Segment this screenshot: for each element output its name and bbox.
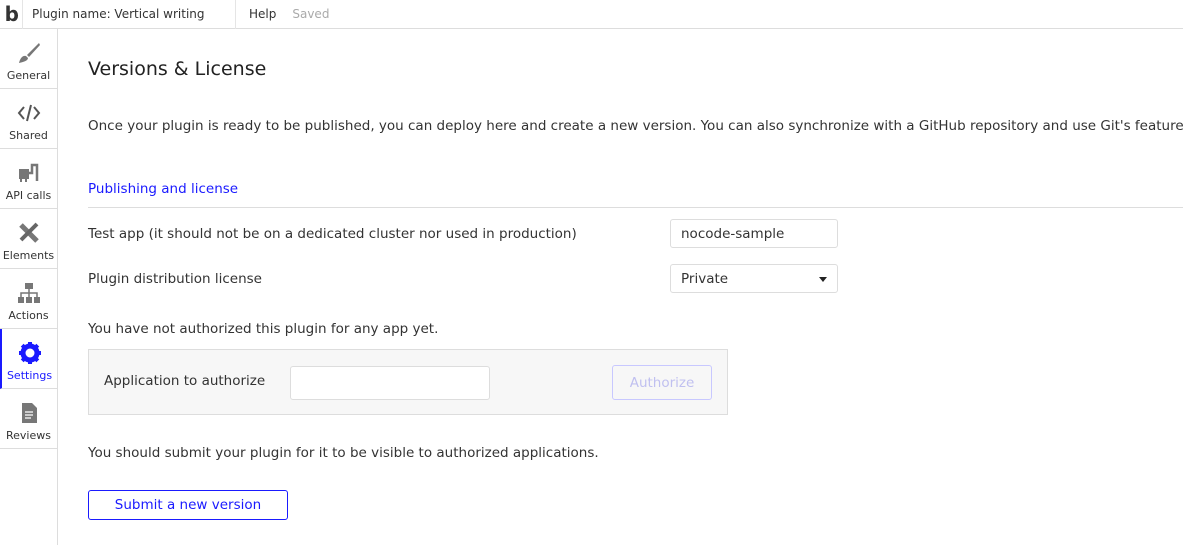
authorize-button[interactable]: Authorize: [612, 365, 712, 400]
sidebar-item-settings[interactable]: Settings: [0, 329, 57, 389]
plugin-name[interactable]: Plugin name: Vertical writing: [23, 0, 236, 29]
sidebar-item-label: Reviews: [6, 429, 51, 442]
document-icon: [21, 403, 37, 423]
caret-down-icon: [819, 277, 827, 282]
sidebar-item-label: API calls: [5, 189, 52, 202]
help-link[interactable]: Help: [249, 7, 276, 21]
test-app-label: Test app (it should not be on a dedicate…: [88, 226, 577, 242]
authorize-label: Application to authorize: [104, 373, 266, 389]
divider: [88, 207, 1183, 208]
save-status: Saved: [292, 7, 330, 21]
tools-icon: [18, 222, 39, 243]
license-dropdown[interactable]: Private: [670, 264, 838, 293]
not-authorized-text: You have not authorized this plugin for …: [88, 321, 439, 337]
sidebar-item-elements[interactable]: Elements: [0, 209, 57, 269]
sidebar-item-label: Settings: [6, 369, 53, 382]
submit-note: You should submit your plugin for it to …: [88, 445, 599, 461]
section-title: Publishing and license: [88, 181, 239, 197]
sidebar-item-label: General: [6, 69, 51, 82]
sidebar-item-api-calls[interactable]: API calls: [0, 149, 57, 209]
application-input[interactable]: [290, 366, 490, 400]
intro-text: Once your plugin is ready to be publishe…: [88, 118, 1183, 134]
gear-icon: [18, 342, 41, 364]
submit-version-button[interactable]: Submit a new version: [88, 490, 288, 520]
authorize-panel: Application to authorize Authorize: [88, 349, 728, 415]
sidebar-item-label: Elements: [2, 249, 55, 262]
page-title: Versions & License: [88, 58, 267, 80]
sitemap-icon: [17, 283, 40, 303]
sidebar: General Shared API calls Elements Action…: [0, 29, 58, 545]
plug-icon: [18, 163, 38, 182]
test-app-input[interactable]: nocode-sample: [670, 219, 838, 248]
top-bar: b Plugin name: Vertical writing Help Sav…: [0, 0, 1183, 29]
sidebar-item-reviews[interactable]: Reviews: [0, 389, 57, 449]
brush-icon: [18, 43, 40, 63]
sidebar-item-label: Actions: [8, 309, 49, 322]
sidebar-item-actions[interactable]: Actions: [0, 269, 57, 329]
sidebar-item-label: Shared: [9, 129, 48, 142]
license-label: Plugin distribution license: [88, 271, 262, 287]
sidebar-item-general[interactable]: General: [0, 29, 57, 89]
license-value: Private: [681, 270, 729, 287]
code-icon: [17, 104, 40, 122]
app-logo[interactable]: b: [0, 0, 23, 29]
sidebar-item-shared[interactable]: Shared: [0, 89, 57, 149]
